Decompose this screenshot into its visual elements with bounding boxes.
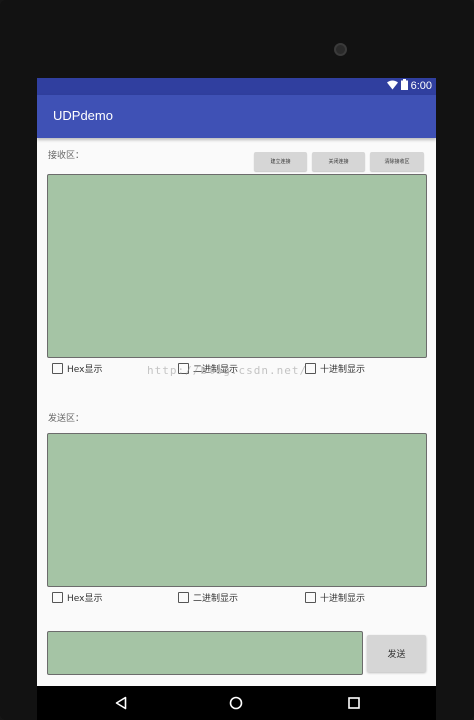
send-binary-label: 二进制显示 xyxy=(193,594,239,604)
recents-square-icon[interactable] xyxy=(345,694,363,712)
app-bar: UDPdemo xyxy=(37,95,436,138)
app-title: UDPdemo xyxy=(53,108,113,123)
clear-receive-button[interactable]: 清除接收区 xyxy=(370,152,424,171)
checkbox-box[interactable] xyxy=(178,592,189,603)
receive-label: 接收区： xyxy=(48,151,85,161)
send-format-options: Hex显示 二进制显示 十进制显示 xyxy=(52,591,432,605)
send-hex-label: Hex显示 xyxy=(67,594,103,604)
back-triangle-icon[interactable] xyxy=(112,694,130,712)
watermark-text: http://blog.csdn.net/ xyxy=(147,364,308,377)
status-time: 6:00 xyxy=(410,80,432,92)
connect-button[interactable]: 建立连接 xyxy=(254,152,307,171)
send-text-area[interactable] xyxy=(47,433,427,587)
send-decimal-label: 十进制显示 xyxy=(320,594,366,604)
receive-hex-checkbox[interactable]: Hex显示 xyxy=(52,362,102,375)
checkbox-box[interactable] xyxy=(305,592,316,603)
home-circle-icon[interactable] xyxy=(227,694,245,712)
checkbox-box[interactable] xyxy=(52,363,63,374)
wifi-icon xyxy=(386,80,398,93)
status-bar: 6:00 xyxy=(37,78,436,95)
receive-text-area[interactable] xyxy=(47,174,427,358)
receive-decimal-label: 十进制显示 xyxy=(320,365,366,375)
receive-hex-label: Hex显示 xyxy=(67,365,103,375)
send-decimal-checkbox[interactable]: 十进制显示 xyxy=(305,591,365,604)
send-input-field[interactable] xyxy=(47,631,363,675)
front-camera xyxy=(334,43,347,56)
send-label: 发送区： xyxy=(48,414,85,424)
send-button[interactable]: 发送 xyxy=(367,635,426,672)
send-binary-checkbox[interactable]: 二进制显示 xyxy=(178,591,238,604)
checkbox-box[interactable] xyxy=(52,592,63,603)
app-screen: 6:00 UDPdemo 接收区： 建立连接 关闭连接 清除接收区 Hex显示 … xyxy=(37,78,436,720)
disconnect-button[interactable]: 关闭连接 xyxy=(312,152,365,171)
battery-icon xyxy=(400,79,408,93)
navigation-bar xyxy=(37,686,436,720)
receive-decimal-checkbox[interactable]: 十进制显示 xyxy=(305,362,365,375)
send-hex-checkbox[interactable]: Hex显示 xyxy=(52,591,102,604)
